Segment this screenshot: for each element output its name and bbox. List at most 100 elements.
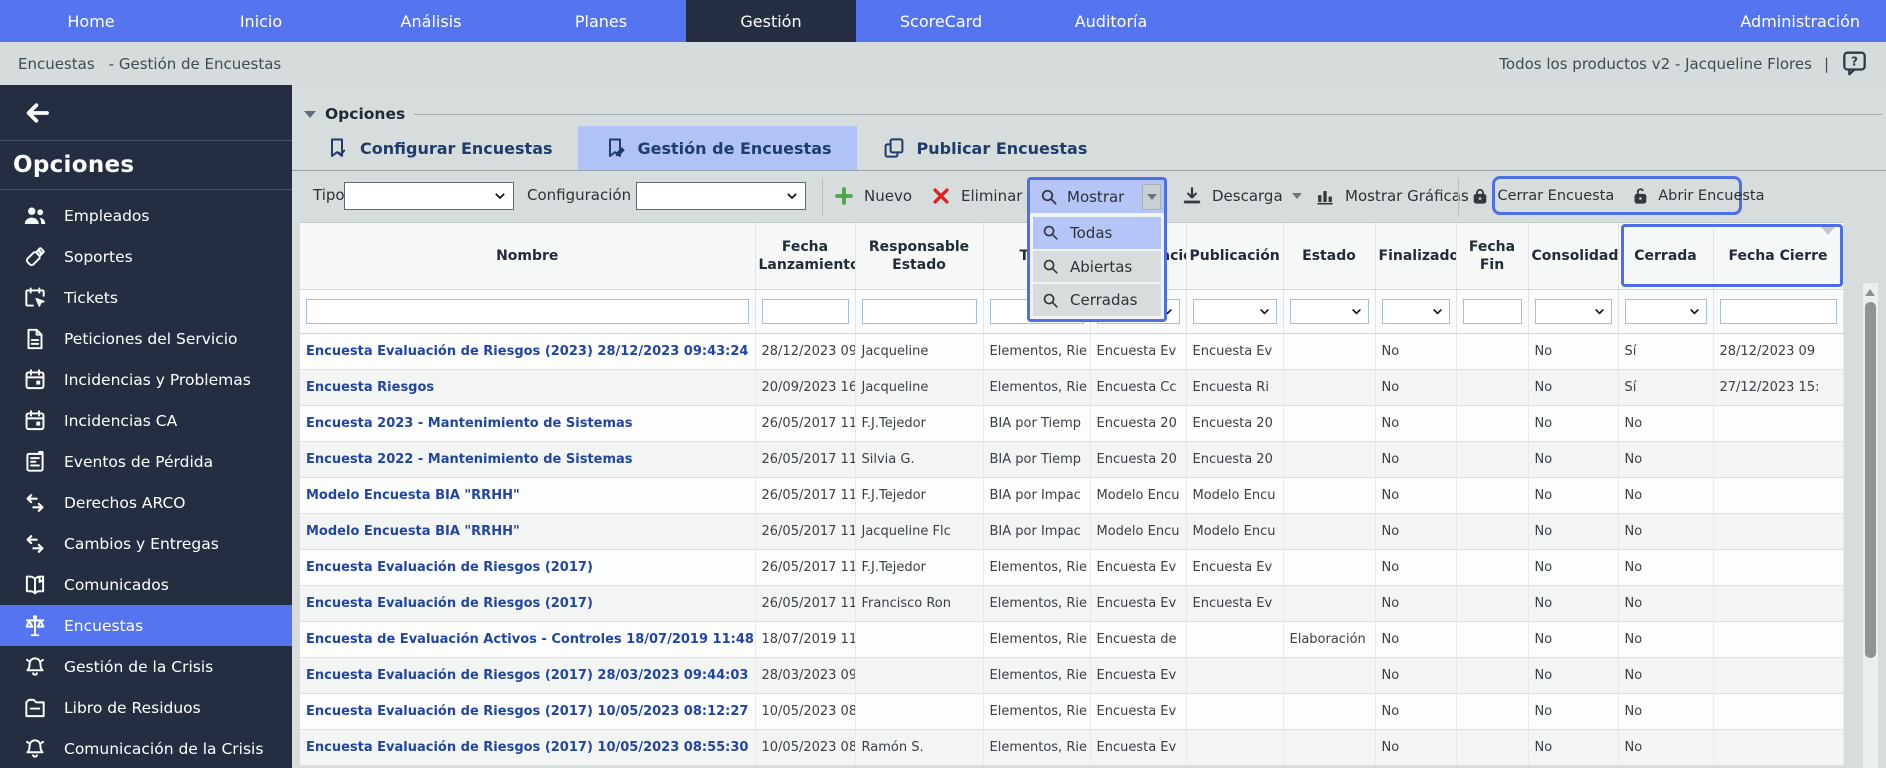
filter-select-finalizado[interactable] bbox=[1382, 299, 1450, 324]
nav-item-gestion[interactable]: Gestión bbox=[686, 0, 856, 42]
cell-responsable-estado: F.J.Tejedor bbox=[855, 549, 983, 585]
survey-name-link[interactable]: Encuesta 2023 - Mantenimiento de Sistema… bbox=[306, 416, 633, 431]
column-header-fecha-cierre[interactable]: Fecha Cierre bbox=[1713, 223, 1843, 289]
configuracion-select[interactable] bbox=[636, 182, 806, 210]
nav-item-auditoria[interactable]: Auditoría bbox=[1026, 0, 1196, 42]
column-header-label: Finalizado bbox=[1379, 248, 1457, 264]
sidebar-collapse-button[interactable] bbox=[0, 85, 292, 141]
cell-publicacion: Encuesta Ev bbox=[1186, 549, 1283, 585]
nav-item-home[interactable]: Home bbox=[6, 0, 176, 42]
nav-item-planes[interactable]: Planes bbox=[516, 0, 686, 42]
cell-estado bbox=[1283, 477, 1375, 513]
scroll-up-icon[interactable] bbox=[1865, 289, 1875, 296]
cell-cerrada: No bbox=[1618, 657, 1713, 693]
cell-fecha-cierre bbox=[1713, 693, 1843, 729]
cell-consolidado: No bbox=[1528, 477, 1618, 513]
cell-fecha-lanzamiento: 10/05/2023 08 bbox=[755, 729, 855, 765]
sidebar-item-soportes[interactable]: Soportes bbox=[0, 236, 292, 277]
cell-fecha-cierre bbox=[1713, 405, 1843, 441]
column-header-nombre[interactable]: Nombre bbox=[300, 223, 755, 289]
nav-item-inicio[interactable]: Inicio bbox=[176, 0, 346, 42]
mostrar-option-abiertas[interactable]: Abiertas bbox=[1033, 251, 1161, 283]
cell-finalizado: No bbox=[1375, 621, 1456, 657]
mostrar-button[interactable]: Mostrar bbox=[1030, 180, 1164, 213]
filter-select-publicacion[interactable] bbox=[1193, 299, 1277, 324]
survey-name-link[interactable]: Modelo Encuesta BIA "RRHH" bbox=[306, 488, 520, 503]
sidebar-item-comunicacion-de-la-crisis[interactable]: Comunicación de la Crisis bbox=[0, 728, 292, 768]
cell-fecha-cierre: 28/12/2023 09 bbox=[1713, 333, 1843, 369]
tab-gestion-de-encuestas[interactable]: Gestión de Encuestas bbox=[578, 126, 857, 170]
survey-name-link[interactable]: Encuesta 2022 - Mantenimiento de Sistema… bbox=[306, 452, 633, 467]
cell-fecha-cierre bbox=[1713, 549, 1843, 585]
nuevo-button[interactable]: Nuevo bbox=[833, 179, 912, 213]
sidebar-item-tickets[interactable]: Tickets bbox=[0, 277, 292, 318]
mostrar-graficas-button[interactable]: Mostrar Gráficas bbox=[1314, 179, 1469, 213]
sidebar-item-empleados[interactable]: Empleados bbox=[0, 195, 292, 236]
survey-name-link[interactable]: Encuesta Evaluación de Riesgos (2017) 10… bbox=[306, 704, 748, 719]
column-header-finalizado[interactable]: Finalizado bbox=[1375, 223, 1456, 289]
survey-name-link[interactable]: Encuesta Riesgos bbox=[306, 380, 434, 395]
chevron-down-icon bbox=[1592, 304, 1607, 319]
sidebar-item-derechos-arco[interactable]: Derechos ARCO bbox=[0, 482, 292, 523]
vertical-scrollbar[interactable] bbox=[1863, 283, 1878, 768]
filter-input-nombre[interactable] bbox=[306, 299, 749, 324]
survey-name-link[interactable]: Encuesta Evaluación de Riesgos (2017) 10… bbox=[306, 740, 748, 755]
column-header-cerrada[interactable]: Cerrada bbox=[1618, 223, 1713, 289]
sidebar-item-cambios-y-entregas[interactable]: Cambios y Entregas bbox=[0, 523, 292, 564]
cell-finalizado: No bbox=[1375, 693, 1456, 729]
filter-input-fecha-lanzamiento[interactable] bbox=[762, 299, 849, 324]
survey-name-link[interactable]: Encuesta Evaluación de Riesgos (2017) bbox=[306, 560, 593, 575]
nav-item-scorecard[interactable]: ScoreCard bbox=[856, 0, 1026, 42]
tab-configurar-encuestas[interactable]: Configurar Encuestas bbox=[300, 126, 578, 170]
column-header-publicacion[interactable]: Publicación bbox=[1186, 223, 1283, 289]
cerrar-encuesta-label: Cerrar Encuesta bbox=[1498, 188, 1615, 204]
sidebar-item-comunicados[interactable]: Comunicados bbox=[0, 564, 292, 605]
column-header-responsable-estado[interactable]: Responsable Estado bbox=[855, 223, 983, 289]
sidebar-item-encuestas[interactable]: Encuestas bbox=[0, 605, 292, 646]
survey-name-link[interactable]: Modelo Encuesta BIA "RRHH" bbox=[306, 524, 520, 539]
survey-name-link[interactable]: Encuesta de Evaluación Activos - Control… bbox=[306, 632, 755, 647]
configuracion-label: Configuración bbox=[527, 186, 631, 204]
cell-finalizado: No bbox=[1375, 585, 1456, 621]
cell-responsable-estado bbox=[855, 693, 983, 729]
mostrar-option-label: Cerradas bbox=[1070, 291, 1138, 309]
cerrar-encuesta-button[interactable]: Cerrar Encuesta bbox=[1470, 186, 1615, 206]
column-header-estado[interactable]: Estado bbox=[1283, 223, 1375, 289]
filter-input-fecha-cierre[interactable] bbox=[1720, 299, 1837, 324]
options-panel-header[interactable]: Opciones bbox=[304, 105, 1882, 123]
eliminar-button[interactable]: Eliminar bbox=[930, 179, 1022, 213]
abrir-encuesta-button[interactable]: Abrir Encuesta bbox=[1630, 186, 1764, 206]
sidebar-item-label: Cambios y Entregas bbox=[64, 535, 219, 553]
sidebar-item-libro-de-residuos[interactable]: Libro de Residuos bbox=[0, 687, 292, 728]
descarga-button[interactable]: Descarga bbox=[1181, 179, 1302, 213]
sidebar-item-incidencias-y-problemas[interactable]: Incidencias y Problemas bbox=[0, 359, 292, 400]
mostrar-dropdown-toggle[interactable] bbox=[1142, 184, 1161, 210]
cell-consolidado: No bbox=[1528, 729, 1618, 765]
sidebar-item-incidencias-ca[interactable]: Incidencias CA bbox=[0, 400, 292, 441]
mostrar-option-todas[interactable]: Todas bbox=[1033, 217, 1161, 249]
sidebar-item-eventos-de-perdida[interactable]: Eventos de Pérdida bbox=[0, 441, 292, 482]
filter-input-responsable-estado[interactable] bbox=[862, 299, 977, 324]
filter-select-cerrada[interactable] bbox=[1625, 299, 1707, 324]
help-icon[interactable]: ? bbox=[1841, 50, 1868, 77]
tab-publicar-encuestas[interactable]: Publicar Encuestas bbox=[857, 126, 1113, 170]
nav-item-administracion[interactable]: Administración bbox=[1714, 0, 1886, 42]
tipo-select[interactable] bbox=[344, 182, 514, 210]
filter-input-fecha-fin[interactable] bbox=[1463, 299, 1522, 324]
toolbar-separator bbox=[822, 178, 823, 216]
filter-select-consolidado[interactable] bbox=[1535, 299, 1612, 324]
column-header-consolidado[interactable]: Consolidado bbox=[1528, 223, 1618, 289]
cell-fecha-lanzamiento: 26/05/2017 11:3 bbox=[755, 585, 855, 621]
survey-name-link[interactable]: Encuesta Evaluación de Riesgos (2017) 28… bbox=[306, 668, 748, 683]
survey-name-link[interactable]: Encuesta Evaluación de Riesgos (2023) 28… bbox=[306, 344, 748, 359]
column-header-fecha-lanzamiento[interactable]: Fecha Lanzamiento bbox=[755, 223, 855, 289]
nav-item-analisis[interactable]: Análisis bbox=[346, 0, 516, 42]
sidebar-item-peticiones-del-servicio[interactable]: Peticiones del Servicio bbox=[0, 318, 292, 359]
column-header-fecha-fin[interactable]: Fecha Fin bbox=[1456, 223, 1528, 289]
filter-select-estado[interactable] bbox=[1290, 299, 1369, 324]
scrollbar-thumb[interactable] bbox=[1865, 302, 1876, 658]
sidebar-item-gestion-de-la-crisis[interactable]: Gestión de la Crisis bbox=[0, 646, 292, 687]
survey-name-link[interactable]: Encuesta Evaluación de Riesgos (2017) bbox=[306, 596, 593, 611]
cell-publicacion bbox=[1186, 621, 1283, 657]
mostrar-option-cerradas[interactable]: Cerradas bbox=[1033, 284, 1161, 316]
